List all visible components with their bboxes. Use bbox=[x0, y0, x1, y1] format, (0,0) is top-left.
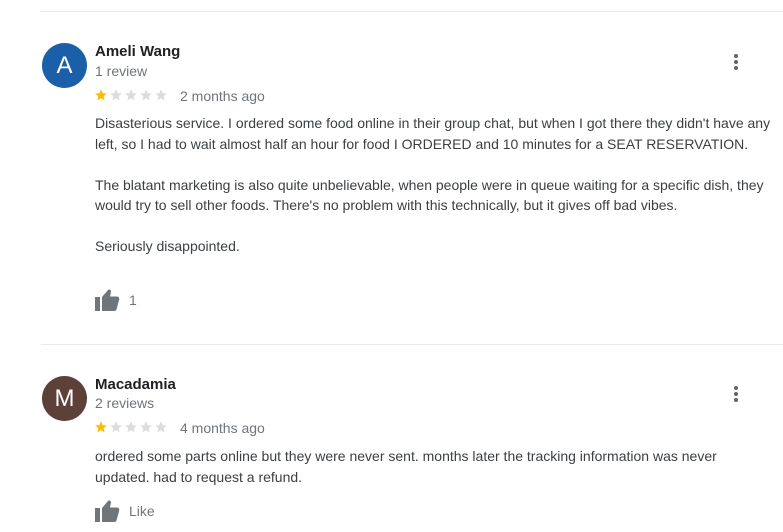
star-rating bbox=[94, 88, 168, 102]
review-paragraph: Seriously disappointed. bbox=[95, 238, 240, 254]
thumb-up-icon bbox=[95, 289, 120, 311]
star-icon bbox=[155, 421, 167, 433]
review-paragraph: ordered some parts online but they were … bbox=[95, 448, 717, 485]
review-divider bbox=[41, 344, 783, 345]
star-icon bbox=[140, 89, 152, 101]
like-label: Like bbox=[129, 503, 155, 519]
avatar[interactable]: M bbox=[42, 376, 87, 421]
star-icon bbox=[95, 421, 107, 433]
thumb-up-icon bbox=[95, 500, 120, 522]
review-count: 1 review bbox=[95, 63, 148, 79]
reviewer-name[interactable]: Macadamia bbox=[95, 376, 176, 393]
review-text: ordered some parts online but they were … bbox=[95, 446, 755, 487]
like-count: 1 bbox=[129, 292, 137, 308]
review-date: 4 months ago bbox=[180, 420, 265, 436]
star-icon bbox=[125, 421, 137, 433]
review-count: 2 reviews bbox=[95, 395, 155, 411]
more-vert-icon bbox=[734, 386, 738, 402]
review-text: Disasterious service. I ordered some foo… bbox=[95, 113, 775, 257]
star-icon bbox=[110, 89, 122, 101]
reviewer-name[interactable]: Ameli Wang bbox=[95, 43, 180, 60]
star-icon bbox=[140, 421, 152, 433]
star-rating bbox=[94, 420, 168, 434]
like-button[interactable]: Like bbox=[94, 499, 155, 523]
avatar[interactable]: A bbox=[42, 43, 87, 88]
review-date: 2 months ago bbox=[180, 88, 265, 104]
more-options-button[interactable] bbox=[724, 382, 748, 406]
like-button[interactable]: 1 bbox=[94, 288, 137, 312]
star-icon bbox=[125, 89, 137, 101]
more-vert-icon bbox=[734, 54, 738, 70]
star-icon bbox=[110, 421, 122, 433]
star-icon bbox=[95, 89, 107, 101]
review-divider bbox=[41, 11, 783, 12]
more-options-button[interactable] bbox=[724, 50, 748, 74]
review-paragraph: Disasterious service. I ordered some foo… bbox=[95, 115, 771, 152]
star-icon bbox=[155, 89, 167, 101]
review-paragraph: The blatant marketing is also quite unbe… bbox=[95, 176, 764, 214]
